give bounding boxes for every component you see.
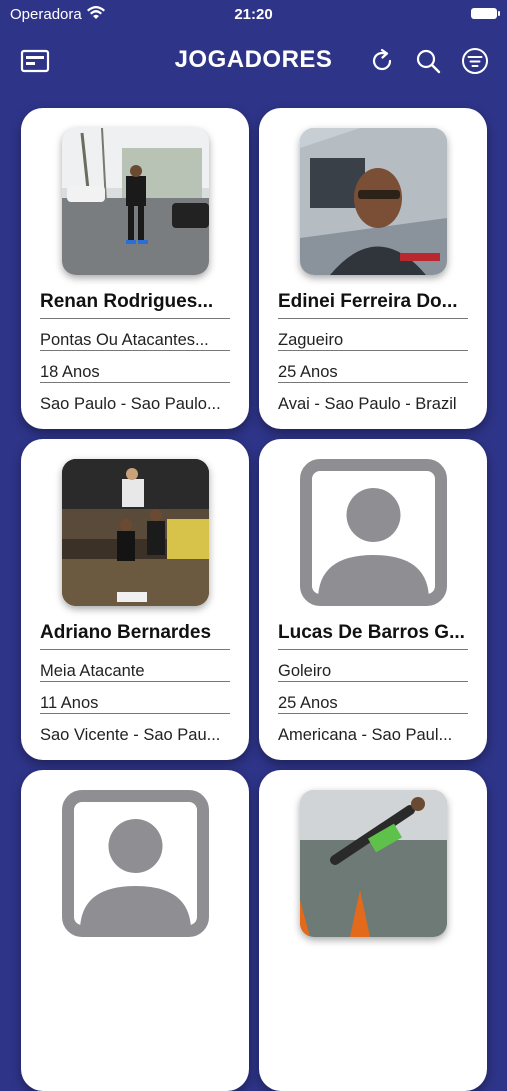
player-photo [62,128,209,275]
player-name: Edinei Ferreira Do... [278,291,458,312]
divider [278,713,468,714]
player-location: Avai - Sao Paulo - Brazil [278,395,457,413]
player-location: Americana - Sao Paul... [278,726,453,744]
player-photo [300,128,447,275]
divider [40,318,230,319]
player-age: 25 Anos [278,694,338,712]
player-card[interactable]: Renan Rodrigues... Pontas Ou Atacantes..… [21,108,249,429]
player-card[interactable] [21,770,249,1091]
player-name: Adriano Bernardes [40,622,212,643]
search-icon[interactable] [413,46,443,76]
divider [278,318,468,319]
divider [278,382,468,383]
player-position: Zagueiro [278,331,344,349]
divider [40,649,230,650]
status-bar: Operadora 21:20 [0,0,507,28]
player-age: 18 Anos [40,363,100,381]
player-card[interactable]: Edinei Ferreira Do... Zagueiro 25 Anos A… [259,108,487,429]
player-card[interactable] [259,770,487,1091]
player-photo [62,459,209,606]
divider [278,681,468,682]
player-location: Sao Paulo - Sao Paulo... [40,395,221,413]
player-position: Pontas Ou Atacantes... [40,331,209,349]
placeholder-icon [300,459,447,606]
divider [278,350,468,351]
divider [40,350,230,351]
player-photo [300,790,447,937]
player-card[interactable]: Adriano Bernardes Meia Atacante 11 Anos … [21,439,249,760]
player-age: 11 Anos [40,694,99,712]
refresh-icon[interactable] [367,46,397,76]
player-name: Renan Rodrigues... [40,291,214,312]
player-name: Lucas De Barros G... [278,622,465,643]
battery-icon [471,8,500,19]
divider [40,382,230,383]
player-card[interactable]: Lucas De Barros G... Goleiro 25 Anos Ame… [259,439,487,760]
nav-bar: JOGADORES [0,36,507,84]
divider [40,681,230,682]
divider [278,649,468,650]
player-position: Goleiro [278,662,332,680]
player-location: Sao Vicente - Sao Pau... [40,726,221,744]
player-position: Meia Atacante [40,662,145,680]
filter-icon[interactable] [460,46,490,76]
placeholder-icon [62,790,209,937]
clock: 21:20 [234,6,273,23]
divider [40,713,230,714]
player-age: 25 Anos [278,363,338,381]
